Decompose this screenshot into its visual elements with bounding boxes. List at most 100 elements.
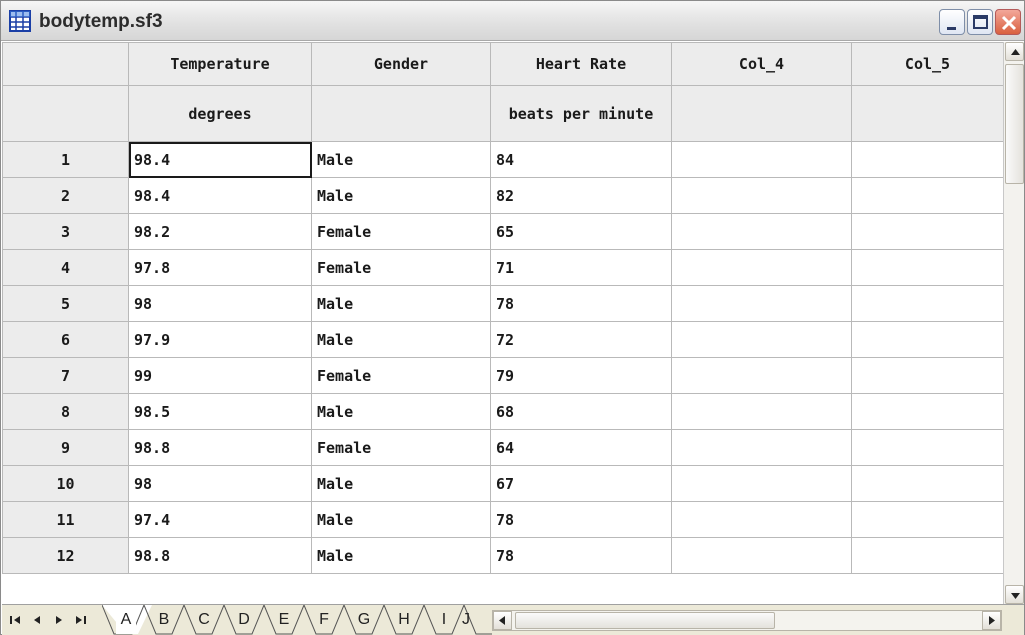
cell-gender[interactable]: Male — [311, 537, 491, 574]
cell-col-5[interactable] — [851, 501, 1003, 538]
cell-col-4[interactable] — [671, 141, 852, 178]
cell-col-5[interactable] — [851, 537, 1003, 574]
cell-heart-rate[interactable]: 67 — [490, 465, 672, 502]
row-number[interactable]: 3 — [2, 213, 129, 250]
column-header-col-5[interactable]: Col_5 — [851, 42, 1003, 86]
cell-temperature[interactable]: 98.5 — [128, 393, 312, 430]
tab-f[interactable]: F — [314, 605, 334, 634]
prev-sheet-button[interactable] — [28, 611, 46, 629]
row-number[interactable]: 7 — [2, 357, 129, 394]
maximize-button[interactable] — [967, 9, 993, 35]
cell-temperature[interactable]: 99 — [128, 357, 312, 394]
close-button[interactable] — [995, 9, 1021, 35]
cell-heart-rate[interactable]: 68 — [490, 393, 672, 430]
row-number[interactable]: 6 — [2, 321, 129, 358]
row-number[interactable]: 12 — [2, 537, 129, 574]
column-header-heart-rate[interactable]: Heart Rate — [490, 42, 672, 86]
cell-col-5[interactable] — [851, 357, 1003, 394]
tab-b[interactable]: B — [154, 605, 174, 634]
scroll-right-button[interactable] — [982, 611, 1001, 630]
cell-gender[interactable]: Male — [311, 177, 491, 214]
cell-col-4[interactable] — [671, 357, 852, 394]
cell-col-5[interactable] — [851, 429, 1003, 466]
horizontal-scroll-thumb[interactable] — [515, 612, 775, 629]
scroll-down-button[interactable] — [1005, 585, 1024, 604]
cell-heart-rate[interactable]: 82 — [490, 177, 672, 214]
vertical-scroll-thumb[interactable] — [1005, 64, 1024, 184]
cell-col-4[interactable] — [671, 285, 852, 322]
cell-heart-rate[interactable]: 84 — [490, 141, 672, 178]
next-sheet-button[interactable] — [50, 611, 68, 629]
unit-heart-rate[interactable]: beats per minute — [490, 85, 672, 142]
title-bar[interactable]: bodytemp.sf3 — [1, 1, 1024, 41]
cell-col-4[interactable] — [671, 321, 852, 358]
cell-gender[interactable]: Female — [311, 213, 491, 250]
cell-col-4[interactable] — [671, 393, 852, 430]
cell-col-5[interactable] — [851, 249, 1003, 286]
column-header-col-4[interactable]: Col_4 — [671, 42, 852, 86]
tab-i[interactable]: I — [434, 605, 454, 634]
tab-d[interactable]: D — [234, 605, 254, 634]
cell-gender[interactable]: Male — [311, 141, 491, 178]
cell-gender[interactable]: Female — [311, 249, 491, 286]
cell-heart-rate[interactable]: 64 — [490, 429, 672, 466]
row-number[interactable]: 11 — [2, 501, 129, 538]
cell-temperature[interactable]: 97.9 — [128, 321, 312, 358]
cell-gender[interactable]: Female — [311, 429, 491, 466]
cell-heart-rate[interactable]: 72 — [490, 321, 672, 358]
cell-temperature[interactable]: 97.8 — [128, 249, 312, 286]
row-number[interactable]: 4 — [2, 249, 129, 286]
cell-col-5[interactable] — [851, 213, 1003, 250]
cell-heart-rate[interactable]: 78 — [490, 285, 672, 322]
cell-temperature[interactable]: 98.2 — [128, 213, 312, 250]
tab-c[interactable]: C — [194, 605, 214, 634]
cell-temperature[interactable]: 98.8 — [128, 537, 312, 574]
scroll-up-button[interactable] — [1005, 42, 1024, 61]
cell-heart-rate[interactable]: 65 — [490, 213, 672, 250]
tab-e[interactable]: E — [274, 605, 294, 634]
unit-col-5[interactable] — [851, 85, 1003, 142]
vertical-scrollbar[interactable] — [1003, 42, 1024, 604]
row-number[interactable]: 2 — [2, 177, 129, 214]
row-number[interactable]: 5 — [2, 285, 129, 322]
cell-temperature[interactable]: 98.4 — [128, 141, 312, 178]
cell-col-4[interactable] — [671, 177, 852, 214]
cell-col-4[interactable] — [671, 537, 852, 574]
cell-heart-rate[interactable]: 78 — [490, 501, 672, 538]
corner-cell[interactable] — [2, 42, 129, 86]
cell-col-4[interactable] — [671, 429, 852, 466]
cell-gender[interactable]: Male — [311, 321, 491, 358]
cell-gender[interactable]: Male — [311, 465, 491, 502]
cell-temperature[interactable]: 98 — [128, 285, 312, 322]
cell-heart-rate[interactable]: 79 — [490, 357, 672, 394]
cell-temperature[interactable]: 98 — [128, 465, 312, 502]
last-sheet-button[interactable] — [72, 611, 90, 629]
tab-j[interactable]: J — [456, 605, 476, 634]
column-header-gender[interactable]: Gender — [311, 42, 491, 86]
cell-col-4[interactable] — [671, 249, 852, 286]
cell-col-4[interactable] — [671, 465, 852, 502]
cell-gender[interactable]: Female — [311, 357, 491, 394]
scroll-left-button[interactable] — [493, 611, 512, 630]
unit-col-4[interactable] — [671, 85, 852, 142]
cell-heart-rate[interactable]: 71 — [490, 249, 672, 286]
cell-gender[interactable]: Male — [311, 501, 491, 538]
cell-temperature[interactable]: 98.4 — [128, 177, 312, 214]
minimize-button[interactable] — [939, 9, 965, 35]
row-number[interactable]: 1 — [2, 141, 129, 178]
unit-gender[interactable] — [311, 85, 491, 142]
cell-col-5[interactable] — [851, 177, 1003, 214]
row-number[interactable]: 10 — [2, 465, 129, 502]
cell-col-5[interactable] — [851, 285, 1003, 322]
cell-col-5[interactable] — [851, 141, 1003, 178]
tab-g[interactable]: G — [354, 605, 374, 634]
cell-gender[interactable]: Male — [311, 285, 491, 322]
tab-a[interactable]: A — [116, 605, 136, 634]
row-number[interactable]: 9 — [2, 429, 129, 466]
cell-col-4[interactable] — [671, 213, 852, 250]
cell-temperature[interactable]: 98.8 — [128, 429, 312, 466]
cell-col-5[interactable] — [851, 321, 1003, 358]
cell-temperature[interactable]: 97.4 — [128, 501, 312, 538]
unit-temperature[interactable]: degrees — [128, 85, 312, 142]
row-number[interactable]: 8 — [2, 393, 129, 430]
